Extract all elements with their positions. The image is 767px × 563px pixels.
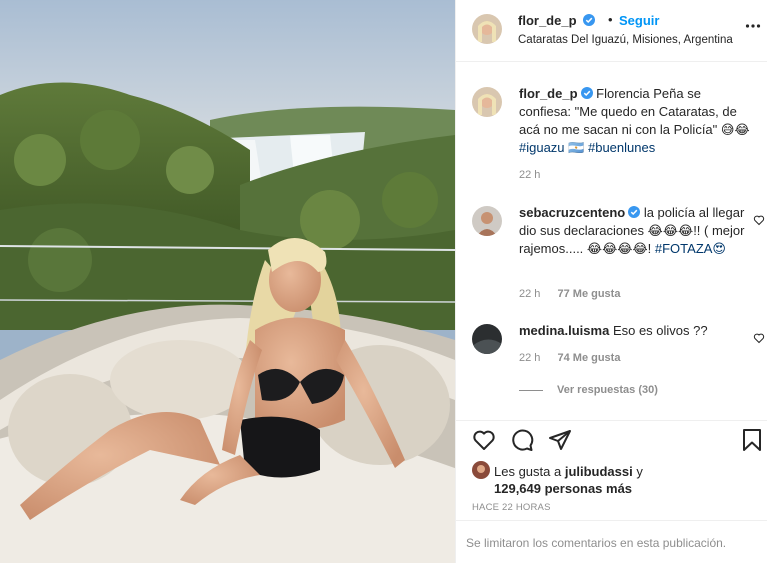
verified-badge-icon bbox=[580, 87, 593, 99]
likes-count[interactable]: 129,649 personas más bbox=[494, 481, 632, 496]
author-username-text[interactable]: flor_de_p bbox=[518, 13, 577, 28]
comment-username[interactable]: medina.luisma bbox=[519, 323, 609, 338]
caption-time[interactable]: 22 h bbox=[519, 169, 540, 181]
follow-button[interactable]: Seguir bbox=[619, 13, 659, 28]
hashtag-fotaza[interactable]: #FOTAZA😍 bbox=[655, 241, 726, 256]
caption-username[interactable]: flor_de_p bbox=[519, 86, 578, 101]
avatar-image bbox=[472, 206, 502, 236]
comment-text: Eso es olivos ?? bbox=[612, 323, 708, 338]
location-link[interactable]: Cataratas Del Iguazú, Misiones, Argentin… bbox=[518, 34, 733, 46]
comment-time[interactable]: 22 h bbox=[519, 288, 540, 300]
comment-icon[interactable] bbox=[510, 428, 534, 452]
commenter-avatar[interactable] bbox=[472, 324, 502, 354]
comments-list[interactable]: flor_de_p Florencia Peña se confiesa: "M… bbox=[456, 63, 767, 420]
verified-badge-icon bbox=[583, 14, 596, 26]
comment-time[interactable]: 22 h bbox=[519, 352, 540, 364]
avatar-image bbox=[472, 324, 502, 354]
liker-username[interactable]: julibudassi bbox=[565, 464, 633, 479]
comment-like-heart-icon[interactable] bbox=[753, 214, 765, 226]
post-actions: Les gusta a julibudassi y 129,649 person… bbox=[456, 420, 767, 563]
view-replies-button[interactable]: Ver respuestas (30) bbox=[519, 384, 658, 396]
author-avatar[interactable] bbox=[472, 14, 502, 44]
comments-limited-text: Se limitaron los comentarios en esta pub… bbox=[466, 536, 727, 550]
flag-emoji: 🇦🇷 bbox=[568, 140, 585, 155]
post-header: flor_de_p • Seguir Cataratas Del Iguazú,… bbox=[456, 0, 767, 62]
comment-like-heart-icon[interactable] bbox=[753, 332, 765, 344]
comments-limited-notice: Se limitaron los comentarios en esta pub… bbox=[456, 520, 767, 563]
avatar-image bbox=[472, 14, 502, 44]
comment-meta: 22 h 77 Me gusta bbox=[519, 288, 634, 300]
bookmark-icon[interactable] bbox=[740, 428, 764, 452]
likes-prefix: Les gusta a bbox=[494, 464, 565, 479]
comment-meta: 22 h 74 Me gusta bbox=[519, 352, 634, 364]
waterfall-photo bbox=[0, 0, 455, 563]
comment-likes[interactable]: 74 Me gusta bbox=[557, 352, 620, 364]
hashtag-buenlunes[interactable]: #buenlunes bbox=[588, 140, 655, 155]
comment-username[interactable]: sebacruzcenteno bbox=[519, 205, 625, 220]
heart-icon[interactable] bbox=[472, 428, 496, 452]
caption-avatar[interactable] bbox=[472, 87, 502, 117]
post-sidebar: flor_de_p • Seguir Cataratas Del Iguazú,… bbox=[455, 0, 767, 563]
post-photo[interactable] bbox=[0, 0, 455, 563]
author-username[interactable]: flor_de_p bbox=[518, 13, 596, 28]
separator-dot: • bbox=[608, 12, 613, 27]
commenter-avatar[interactable] bbox=[472, 206, 502, 236]
share-icon[interactable] bbox=[548, 428, 572, 452]
likes-middle: y bbox=[632, 464, 643, 479]
hashtag-iguazu[interactable]: #iguazu bbox=[519, 140, 565, 155]
avatar-image bbox=[472, 461, 490, 479]
comment-likes[interactable]: 77 Me gusta bbox=[557, 288, 620, 300]
caption-meta: 22 h bbox=[519, 169, 554, 181]
liker-avatar[interactable] bbox=[472, 461, 490, 479]
more-horizontal-icon[interactable] bbox=[745, 18, 761, 34]
avatar-image bbox=[472, 87, 502, 117]
likes-summary: Les gusta a julibudassi y 129,649 person… bbox=[494, 463, 643, 497]
verified-badge-icon bbox=[628, 206, 641, 218]
post-timestamp[interactable]: HACE 22 HORAS bbox=[472, 502, 551, 513]
